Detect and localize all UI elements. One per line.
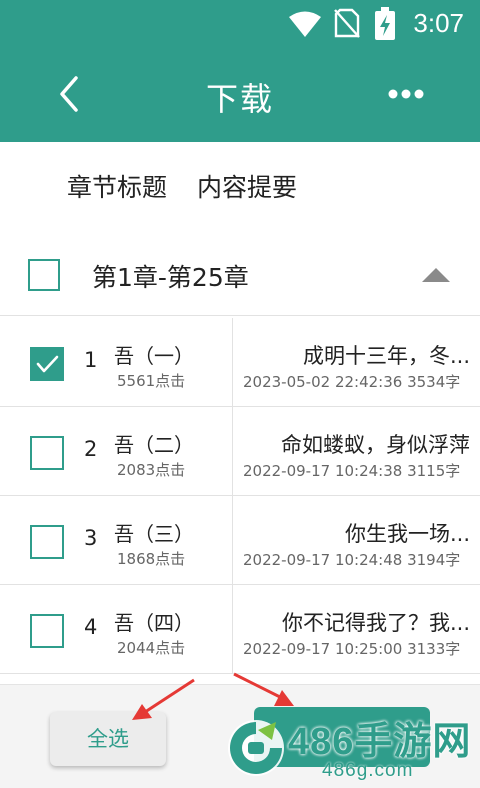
chapter-excerpt: 你生我一场...	[344, 522, 470, 546]
chapter-excerpt: 你不记得我了？我...	[281, 611, 470, 635]
watermark-brand: 486手游网	[288, 721, 472, 763]
chapter-summary-cell: 命如蝼蚁，身似浮萍 2022-09-17 10:24:38 3115字	[234, 407, 480, 495]
chapter-word-count: 3115字	[407, 462, 461, 480]
tab-chapter-title[interactable]: 章节标题	[67, 173, 167, 202]
chapter-summary-cell: 你不记得我了？我... 2022-09-17 10:25:00 3133字	[234, 585, 480, 673]
chapter-name: 吾（二）	[114, 433, 194, 457]
chapter-group-header[interactable]: 第1章-第25章	[0, 238, 480, 316]
arrow-icon	[132, 678, 195, 720]
group-checkbox[interactable]	[28, 259, 60, 291]
column-divider	[232, 318, 233, 407]
chapter-meta: 2022-09-17 10:24:48 3194字	[243, 549, 460, 570]
chapter-name: 吾（一）	[114, 344, 194, 368]
more-dots-icon[interactable]	[388, 86, 424, 100]
table-row[interactable]: 1 吾（一） 5561点击 成明十三年，冬... 2023-05-02 22:4…	[0, 318, 480, 407]
chapter-clicks: 1868点击	[117, 550, 186, 568]
no-sim-icon	[334, 8, 360, 42]
chapter-list: 1 吾（一） 5561点击 成明十三年，冬... 2023-05-02 22:4…	[0, 318, 480, 674]
chapter-datetime: 2022-09-17 10:24:38	[243, 462, 403, 480]
table-row[interactable]: 2 吾（二） 2083点击 命如蝼蚁，身似浮萍 2022-09-17 10:24…	[0, 407, 480, 496]
chapter-meta: 2022-09-17 10:25:00 3133字	[243, 638, 460, 659]
app-header: 3:07 下载	[0, 0, 480, 142]
chapter-datetime: 2023-05-02 22:42:36	[243, 373, 403, 391]
row-checkbox[interactable]	[30, 525, 64, 559]
chapter-clicks: 2083点击	[117, 461, 186, 479]
chapter-number: 2	[84, 437, 98, 461]
chapter-word-count: 3534字	[407, 373, 461, 391]
chapter-title-cell: 吾（一） 5561点击	[108, 318, 232, 406]
chapter-excerpt: 命如蝼蚁，身似浮萍	[281, 433, 470, 457]
column-divider	[232, 496, 233, 585]
chapter-clicks: 5561点击	[117, 372, 186, 390]
watermark: 486手游网 486g.com	[226, 706, 480, 788]
chapter-clicks: 2044点击	[117, 639, 186, 657]
watermark-url: 486g.com	[322, 760, 414, 781]
chapter-number: 4	[84, 615, 98, 639]
chapter-summary-cell: 你生我一场... 2022-09-17 10:24:48 3194字	[234, 496, 480, 584]
row-checkbox[interactable]	[30, 347, 64, 381]
chapter-excerpt: 成明十三年，冬...	[302, 344, 470, 368]
chapter-summary-cell: 成明十三年，冬... 2023-05-02 22:42:36 3534字	[234, 318, 480, 406]
chapter-name: 吾（三）	[114, 522, 194, 546]
status-bar: 3:07	[0, 0, 480, 48]
chapter-word-count: 3133字	[407, 640, 461, 658]
row-checkbox[interactable]	[30, 436, 64, 470]
chapter-word-count: 3194字	[407, 551, 461, 569]
chapter-datetime: 2022-09-17 10:24:48	[243, 551, 403, 569]
group-label: 第1章-第25章	[92, 263, 249, 292]
table-row[interactable]: 3 吾（三） 1868点击 你生我一场... 2022-09-17 10:24:…	[0, 496, 480, 585]
row-checkbox[interactable]	[30, 614, 64, 648]
chapter-title-cell: 吾（四） 2044点击	[108, 585, 232, 673]
column-divider	[232, 407, 233, 496]
checkmark-icon	[36, 355, 59, 373]
chapter-number: 1	[84, 348, 98, 372]
chapter-title-cell: 吾（二） 2083点击	[108, 407, 232, 495]
table-row[interactable]: 4 吾（四） 2044点击 你不记得我了？我... 2022-09-17 10:…	[0, 585, 480, 674]
chapter-title-cell: 吾（三） 1868点击	[108, 496, 232, 584]
chapter-meta: 2022-09-17 10:24:38 3115字	[243, 460, 460, 481]
column-divider	[232, 585, 233, 674]
wifi-icon	[288, 10, 322, 42]
chapter-meta: 2023-05-02 22:42:36 3534字	[243, 371, 460, 392]
clock: 3:07	[413, 8, 464, 38]
chapter-name: 吾（四）	[114, 611, 194, 635]
triangle-up-icon[interactable]	[420, 266, 452, 288]
chapter-datetime: 2022-09-17 10:25:00	[243, 640, 403, 658]
tab-content-summary[interactable]: 内容提要	[197, 173, 297, 202]
watermark-logo-icon	[228, 720, 284, 776]
chapter-number: 3	[84, 526, 98, 550]
column-tabs: 章节标题 内容提要	[67, 168, 319, 204]
battery-charging-icon	[374, 7, 396, 45]
